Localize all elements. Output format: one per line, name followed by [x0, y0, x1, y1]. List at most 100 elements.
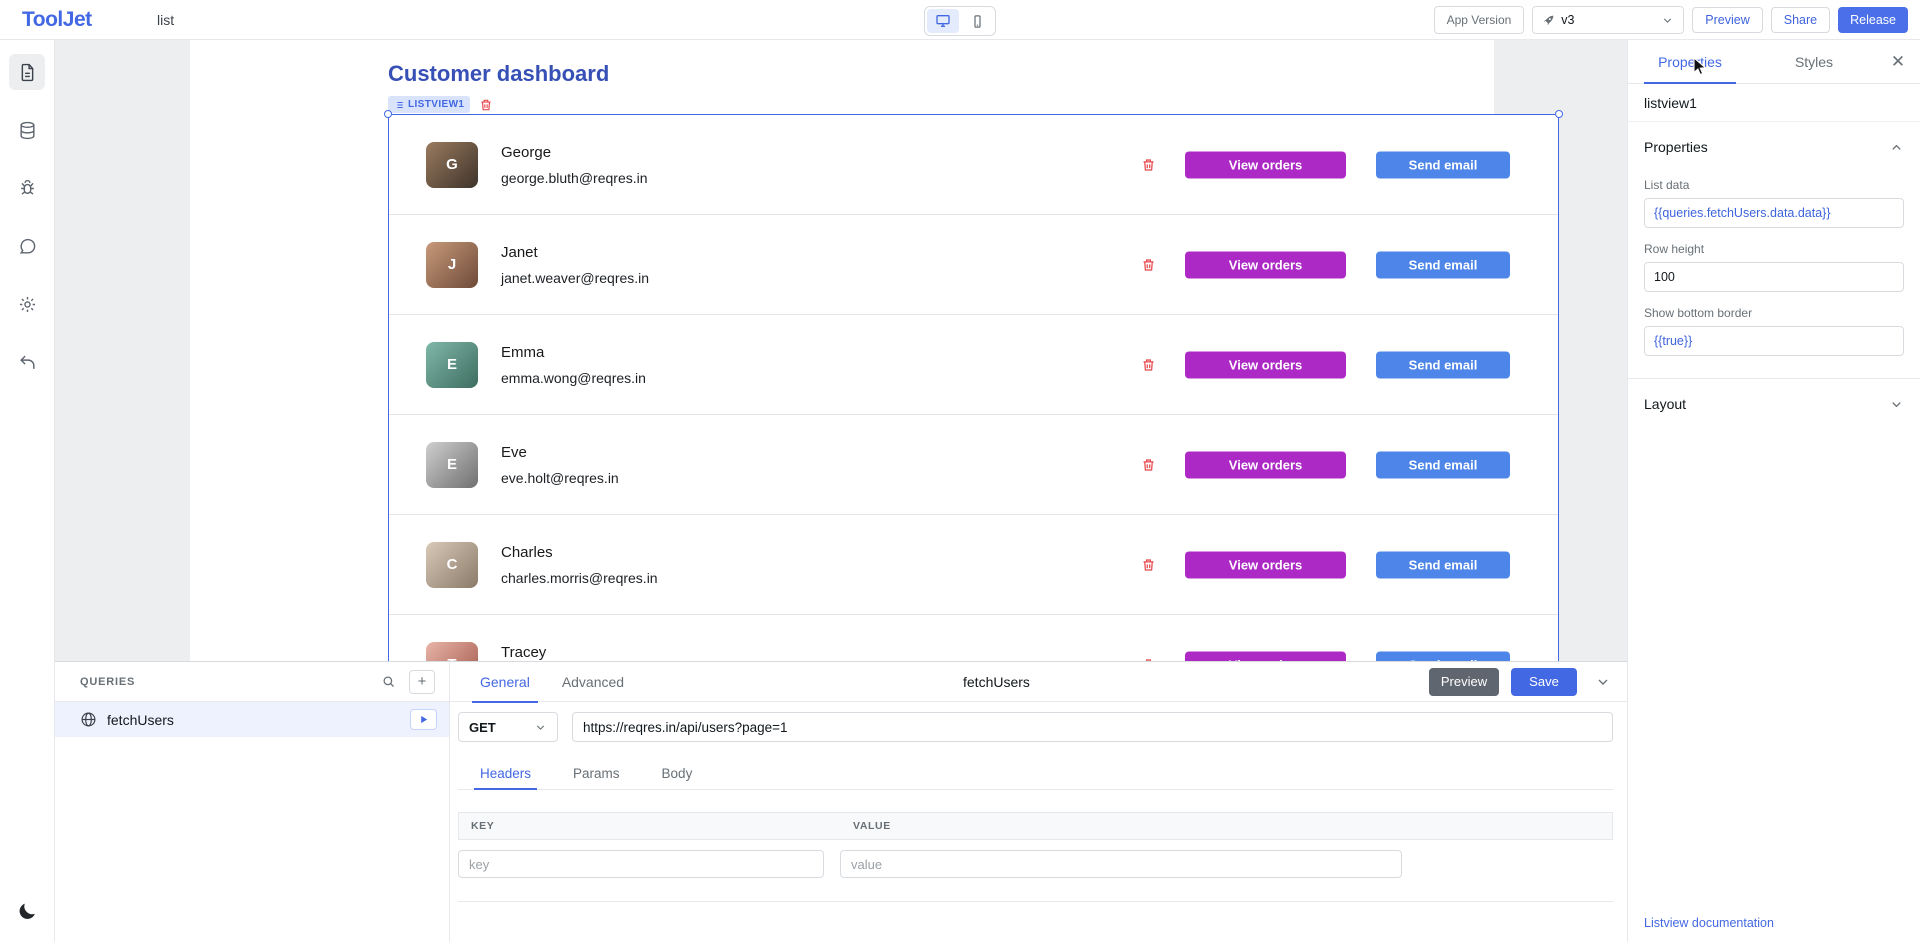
kv-table-row — [458, 850, 1613, 878]
row-delete-icon[interactable] — [1141, 157, 1156, 172]
topbar-actions: App Version v3 Preview Share Release — [1434, 6, 1908, 34]
list-item: C Charles charles.morris@reqres.in View … — [389, 515, 1558, 615]
dark-mode-toggle[interactable] — [17, 901, 38, 922]
sidebar-item-settings[interactable] — [9, 286, 45, 322]
send-email-button[interactable]: Send email — [1376, 451, 1510, 478]
query-save-button[interactable]: Save — [1511, 668, 1577, 696]
avatar: J — [426, 242, 478, 288]
row-delete-icon[interactable] — [1141, 357, 1156, 372]
view-orders-button[interactable]: View orders — [1185, 351, 1346, 378]
listview-widget[interactable]: G George george.bluth@reqres.in View ord… — [388, 114, 1559, 661]
close-icon[interactable]: ✕ — [1876, 40, 1920, 83]
show-bottom-border-input[interactable] — [1644, 326, 1904, 356]
view-orders-button[interactable]: View orders — [1185, 251, 1346, 278]
collapse-panel-icon[interactable] — [1595, 674, 1611, 690]
request-tabs: Headers Params Body — [458, 758, 1613, 790]
customer-email: george.bluth@reqres.in — [501, 170, 648, 186]
app-version-label: App Version — [1434, 6, 1525, 34]
undo-icon — [18, 353, 37, 372]
tab-general[interactable]: General — [478, 662, 532, 702]
tab-properties[interactable]: Properties — [1628, 40, 1752, 83]
avatar: E — [426, 442, 478, 488]
search-queries-button[interactable] — [375, 670, 401, 694]
selected-query-title: fetchUsers — [963, 674, 1030, 690]
view-orders-button[interactable]: View orders — [1185, 551, 1346, 578]
gear-icon — [18, 295, 37, 314]
list-item: T Tracey View orders Send email — [389, 615, 1558, 661]
send-email-button[interactable]: Send email — [1376, 351, 1510, 378]
share-button[interactable]: Share — [1771, 7, 1830, 33]
send-email-button[interactable]: Send email — [1376, 651, 1510, 661]
sidebar-item-comments[interactable] — [9, 228, 45, 264]
delete-widget-icon[interactable] — [479, 98, 493, 112]
kv-table-header: KEY VALUE — [458, 812, 1613, 840]
avatar: C — [426, 542, 478, 588]
sidebar-item-undo[interactable] — [9, 344, 45, 380]
layout-section-header[interactable]: Layout — [1644, 381, 1904, 427]
version-dropdown[interactable]: v3 — [1532, 6, 1684, 34]
query-editor-pane: General Advanced fetchUsers Preview Save… — [450, 662, 1627, 942]
sidebar-item-datasources[interactable] — [9, 112, 45, 148]
send-email-button[interactable]: Send email — [1376, 551, 1510, 578]
widget-tag: LISTVIEW1 — [388, 96, 493, 113]
top-bar: ToolJet list App Version v3 Preview Shar… — [0, 0, 1920, 40]
view-orders-button[interactable]: View orders — [1185, 651, 1346, 661]
tab-styles[interactable]: Styles — [1752, 40, 1876, 83]
list-item: J Janet janet.weaver@reqres.in View orde… — [389, 215, 1558, 315]
send-email-button[interactable]: Send email — [1376, 151, 1510, 178]
left-sidebar — [0, 40, 55, 942]
app-name: list — [157, 12, 174, 28]
page-title: Customer dashboard — [388, 61, 609, 87]
rocket-icon — [1542, 14, 1555, 27]
request-url-input[interactable] — [572, 712, 1613, 742]
resize-handle[interactable] — [384, 110, 392, 118]
customer-name: Janet — [501, 244, 649, 261]
show-bottom-border-label: Show bottom border — [1644, 306, 1904, 320]
add-query-button[interactable]: + — [409, 670, 435, 694]
row-delete-icon[interactable] — [1141, 257, 1156, 272]
mobile-view-button[interactable] — [961, 9, 993, 33]
release-button[interactable]: Release — [1838, 7, 1908, 33]
run-query-button[interactable] — [410, 709, 437, 730]
customer-name: Emma — [501, 344, 646, 361]
tab-params[interactable]: Params — [571, 758, 622, 789]
properties-section-header[interactable]: Properties — [1644, 124, 1904, 170]
sidebar-item-pages[interactable] — [9, 54, 45, 90]
moon-icon — [17, 901, 38, 922]
view-orders-button[interactable]: View orders — [1185, 151, 1346, 178]
customer-name: George — [501, 144, 648, 161]
customer-email: charles.morris@reqres.in — [501, 570, 658, 586]
chevron-down-icon — [1661, 14, 1674, 27]
http-method-select[interactable]: GET — [458, 712, 558, 742]
view-orders-button[interactable]: View orders — [1185, 451, 1346, 478]
widget-badge: LISTVIEW1 — [388, 96, 470, 113]
sidebar-item-debugger[interactable] — [9, 170, 45, 206]
customer-name: Eve — [501, 444, 619, 461]
row-delete-icon[interactable] — [1141, 457, 1156, 472]
preview-button[interactable]: Preview — [1692, 7, 1762, 33]
header-value-input[interactable] — [840, 850, 1402, 878]
query-list-item[interactable]: fetchUsers — [55, 702, 449, 737]
tab-headers[interactable]: Headers — [478, 758, 533, 789]
query-preview-button[interactable]: Preview — [1429, 668, 1499, 696]
query-list-pane: QUERIES + fetchUsers — [55, 662, 450, 942]
customer-email: emma.wong@reqres.in — [501, 370, 646, 386]
app-canvas[interactable]: Customer dashboard LISTVIEW1 G George — [190, 40, 1494, 661]
listview-documentation-link[interactable]: Listview documentation — [1644, 916, 1774, 930]
query-editor-body: GET Headers Params Body KEY VALUE — [450, 702, 1627, 902]
list-data-input[interactable] — [1644, 198, 1904, 228]
list-item: G George george.bluth@reqres.in View ord… — [389, 115, 1558, 215]
tab-advanced[interactable]: Advanced — [560, 662, 626, 702]
resize-handle[interactable] — [1555, 110, 1563, 118]
header-key-input[interactable] — [458, 850, 824, 878]
query-editor-header: General Advanced fetchUsers Preview Save — [450, 662, 1627, 702]
tab-body[interactable]: Body — [660, 758, 695, 789]
chevron-down-icon — [1889, 397, 1904, 412]
chevron-down-icon — [534, 721, 547, 734]
canvas-area: Customer dashboard LISTVIEW1 G George — [55, 40, 1627, 661]
send-email-button[interactable]: Send email — [1376, 251, 1510, 278]
row-delete-icon[interactable] — [1141, 557, 1156, 572]
desktop-view-button[interactable] — [927, 9, 959, 33]
row-height-input[interactable] — [1644, 262, 1904, 292]
tooljet-logo: ToolJet — [22, 8, 92, 32]
